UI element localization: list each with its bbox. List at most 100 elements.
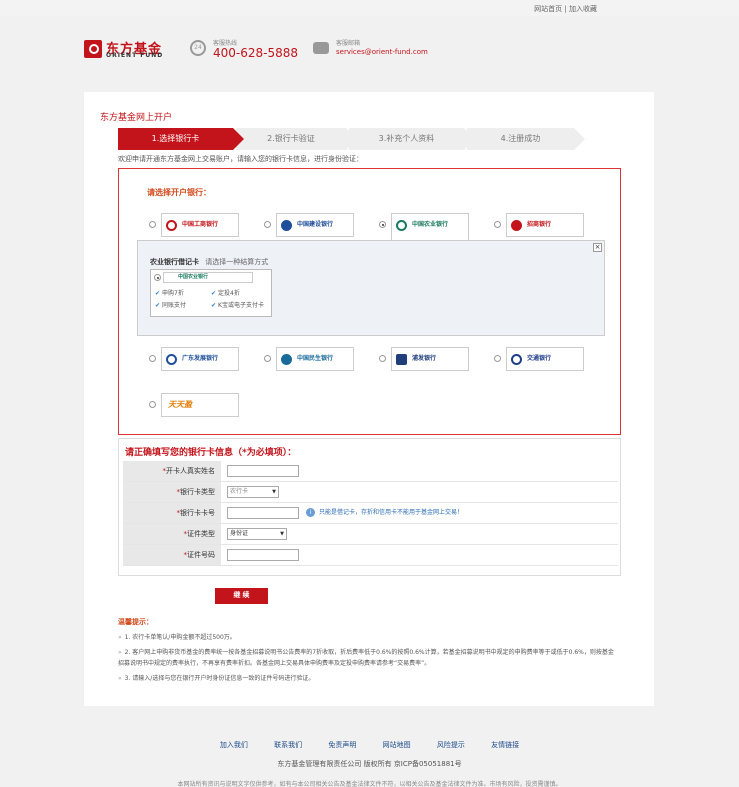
bank-radio[interactable]: [149, 221, 156, 228]
header: 东方基金 ORIENT FUND 24 客服热线 400-628-5888 客服…: [0, 16, 739, 92]
form-row-card-number: *银行卡卡号 i 只能是借记卡，存折和信用卡不能用于基金网上交易！: [123, 503, 618, 524]
bocom-icon: [511, 354, 522, 365]
info-icon: i: [306, 508, 315, 517]
bank-logo-card[interactable]: 招商银行: [506, 213, 584, 237]
bank-name: 中国民生银行: [297, 355, 334, 362]
bank-option-spdb[interactable]: 浦发银行: [379, 345, 499, 373]
id-number-input[interactable]: [227, 549, 299, 561]
bank-logo-card[interactable]: 中国建设银行: [276, 213, 354, 237]
bank-radio[interactable]: [264, 355, 271, 362]
tips-title: 温馨提示：: [118, 618, 153, 626]
step-4: 4.注册成功: [467, 128, 585, 150]
cmbc-icon: [281, 354, 292, 365]
card-number-hint: i 只能是借记卡，存折和信用卡不能用于基金网上交易！: [306, 507, 463, 519]
bank-logo-card[interactable]: 中国民生银行: [276, 347, 354, 371]
bank-logo-card[interactable]: 天天盈: [161, 393, 239, 417]
bank-radio-selected[interactable]: [379, 221, 386, 228]
bank-name: 天天盈: [168, 400, 192, 409]
chevron-down-icon: ▼: [272, 489, 276, 495]
abc-icon: [396, 220, 407, 231]
bank-option-abc[interactable]: 中国农业银行: [379, 211, 499, 243]
footer-nav: 加入我们 联系我们 免责声明 网站地图 风险提示 友情链接: [0, 740, 739, 750]
card-radio-selected[interactable]: [154, 274, 161, 281]
footer-link-sitemap[interactable]: 网站地图: [383, 740, 411, 750]
bank-option-cgb[interactable]: 广东发展银行: [149, 345, 269, 373]
feature-item: K宝或电子支付卡: [211, 300, 264, 309]
bank-radio[interactable]: [264, 221, 271, 228]
email-address[interactable]: services@orient-fund.com: [336, 48, 428, 56]
form-row-id-type: *证件类型 身份证 ▼: [123, 524, 618, 545]
ccb-icon: [281, 220, 292, 231]
card-options: 农业银行借记卡 请选择一种结算方式 中国农业银行 申购7折 定投4折 同账支付 …: [150, 257, 272, 317]
brand-name-en: ORIENT FUND: [106, 52, 164, 59]
bank-name: 中国建设银行: [297, 221, 334, 228]
bank-logo-card[interactable]: 浦发银行: [391, 347, 469, 371]
bank-name: 招商银行: [527, 221, 552, 228]
footer-link-join-us[interactable]: 加入我们: [220, 740, 248, 750]
bank-option-ccb[interactable]: 中国建设银行: [264, 211, 384, 239]
top-links: 网站首页 | 加入收藏: [534, 4, 597, 14]
home-link[interactable]: 网站首页: [534, 4, 562, 14]
chat-bubble-icon: [313, 42, 329, 54]
feature-item: 定投4折: [211, 288, 240, 297]
card-info-section: 请正确填写您的银行卡信息（*为必填项）： *开卡人真实姓名 *银行卡类型 农行卡…: [118, 438, 621, 576]
brand-logo[interactable]: 东方基金 ORIENT FUND: [84, 38, 172, 60]
bank-option-icbc[interactable]: 中国工商银行: [149, 211, 269, 239]
bank-select-prompt: 请选择开户银行：: [147, 188, 211, 197]
add-favorite-link[interactable]: 加入收藏: [569, 4, 597, 14]
footer-link-friends[interactable]: 友情链接: [491, 740, 519, 750]
bank-option-cmb[interactable]: 招商银行: [494, 211, 614, 239]
feature-item: 同账支付: [155, 300, 186, 309]
tip-item: » 2. 客户网上申购非货币基金的费率统一按各基金招募说明书公告费率的7折收取，折…: [118, 649, 614, 667]
bank-logo-card[interactable]: 中国农业银行: [391, 213, 469, 243]
card-info-form: *开卡人真实姓名 *银行卡类型 农行卡 ▼ *银行卡卡号 i 只能是借记卡，存折和…: [123, 461, 618, 573]
bank-name: 广东发展银行: [182, 355, 219, 362]
bank-name: 浦发银行: [412, 355, 437, 362]
continue-button[interactable]: 继 续: [215, 588, 268, 604]
feature-item: 申购7折: [155, 288, 184, 297]
form-label: *银行卡类型: [123, 482, 221, 502]
bank-radio[interactable]: [494, 355, 501, 362]
bank-radio[interactable]: [149, 401, 156, 408]
form-label: *证件类型: [123, 524, 221, 544]
bank-radio[interactable]: [494, 221, 501, 228]
id-type-select[interactable]: 身份证 ▼: [227, 528, 287, 540]
bank-name: 中国农业银行: [412, 221, 449, 228]
cardholder-name-input[interactable]: [227, 465, 299, 477]
card-number-input[interactable]: [227, 507, 299, 519]
close-icon[interactable]: ×: [593, 243, 602, 252]
bank-option-cmbc[interactable]: 中国民生银行: [264, 345, 384, 373]
bank-option-bocom[interactable]: 交通银行: [494, 345, 614, 373]
bank-select-box: 请选择开户银行： 中国工商银行 中国建设银行 中国农业银行 招商银行 × 农业银…: [118, 168, 621, 435]
bank-logo-card[interactable]: 交通银行: [506, 347, 584, 371]
top-bar: 网站首页 | 加入收藏: [0, 0, 739, 16]
form-label: *证件号码: [123, 545, 221, 565]
card-option-box[interactable]: 中国农业银行 申购7折 定投4折 同账支付 K宝或电子支付卡: [150, 269, 272, 317]
bank-radio[interactable]: [379, 355, 386, 362]
card-name: 农业银行借记卡: [150, 258, 199, 266]
bank-name: 交通银行: [527, 355, 552, 362]
form-row-id-number: *证件号码: [123, 545, 618, 566]
card-type-select[interactable]: 农行卡 ▼: [227, 486, 279, 498]
page-title: 东方基金网上开户: [100, 113, 173, 123]
bank-logo-card[interactable]: 中国工商银行: [161, 213, 239, 237]
footer-link-disclaimer[interactable]: 免责声明: [328, 740, 356, 750]
chevron-down-icon: ▼: [280, 531, 284, 537]
step-1: 1.选择银行卡: [118, 128, 244, 150]
tip-item: » 3. 请输入/选择与您在银行开户时身份证信息一致的证件号码进行验证。: [118, 675, 315, 682]
bank-radio[interactable]: [149, 355, 156, 362]
footer-link-contact[interactable]: 联系我们: [274, 740, 302, 750]
icbc-icon: [166, 220, 177, 231]
email-label: 客服邮箱: [336, 40, 361, 47]
bank-logo-card[interactable]: 广东发展银行: [161, 347, 239, 371]
card-hint: 请选择一种结算方式: [205, 258, 269, 266]
phone-24h-icon: 24: [190, 40, 206, 56]
copyright: 东方基金管理有限责任公司 版权所有 京ICP备05051881号: [277, 760, 462, 768]
footer-link-risk[interactable]: 风险提示: [437, 740, 465, 750]
card-bank-logo: 中国农业银行: [163, 272, 253, 283]
tip-item: » 1. 农行卡单笔认/申购金额不超过500万。: [118, 634, 236, 641]
intro-text: 欢迎申请开通东方基金网上交易账户，请输入您的银行卡信息，进行身份验证：: [118, 155, 363, 163]
cmb-icon: [511, 220, 522, 231]
bank-option-tty[interactable]: 天天盈: [149, 391, 269, 419]
select-value: 身份证: [230, 530, 249, 537]
